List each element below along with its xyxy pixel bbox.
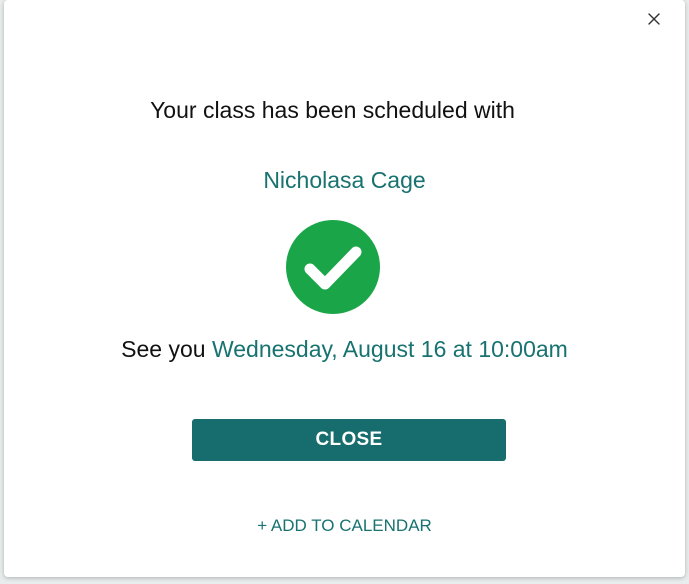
appointment-line: See you Wednesday, August 16 at 10:00am	[4, 336, 685, 363]
close-button[interactable]: CLOSE	[192, 419, 506, 461]
appointment-time: Wednesday, August 16 at 10:00am	[211, 336, 568, 362]
see-you-prefix: See you	[121, 336, 206, 362]
check-circle-icon	[286, 220, 380, 314]
schedule-confirmation-dialog: Your class has been scheduled with Nicho…	[4, 0, 685, 577]
confirmation-heading: Your class has been scheduled with	[150, 97, 515, 123]
instructor-name: Nicholasa Cage	[263, 167, 426, 193]
add-to-calendar-link[interactable]: + ADD TO CALENDAR	[4, 516, 685, 536]
close-x-icon[interactable]	[645, 10, 663, 28]
